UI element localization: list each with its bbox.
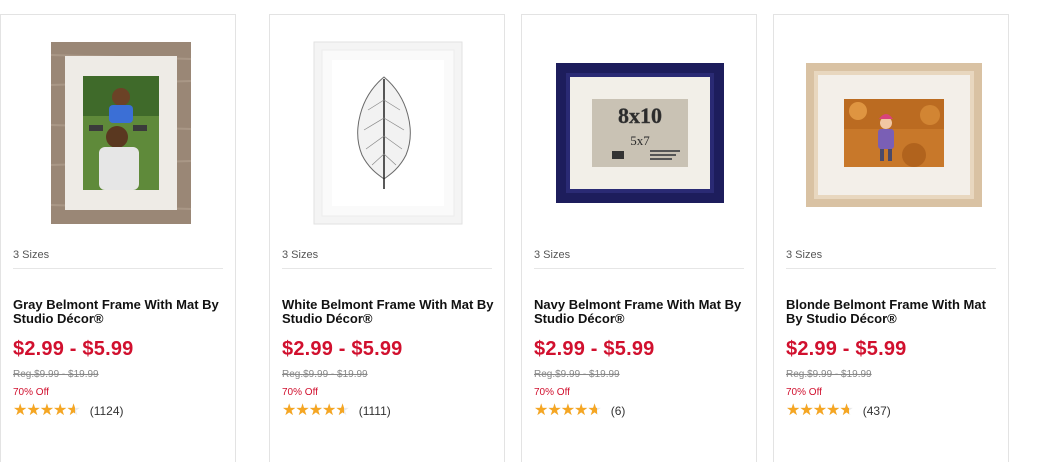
sizes-label: 3 Sizes	[13, 249, 50, 261]
product-card[interactable]: 3 Sizes White Belmont Frame With Mat By …	[269, 14, 505, 462]
star-rating-icon: ★★★★★ ★★★★★	[282, 402, 350, 419]
product-title[interactable]: Blonde Belmont Frame With Mat By Studio …	[786, 298, 998, 326]
product-image[interactable]: 8x10 5x7	[522, 15, 756, 235]
discount-label: 70% Off	[534, 387, 570, 398]
divider	[786, 268, 996, 269]
star-fill: ★★★★★	[13, 402, 76, 419]
sizes-label: 3 Sizes	[786, 249, 823, 261]
star-fill: ★★★★★	[282, 402, 345, 419]
sizes-label: 3 Sizes	[534, 249, 571, 261]
review-count: (6)	[610, 404, 626, 418]
divider	[13, 268, 223, 269]
star-rating-icon: ★★★★★ ★★★★★	[786, 402, 854, 419]
product-title[interactable]: Gray Belmont Frame With Mat By Studio Dé…	[13, 298, 225, 326]
gray-frame-photo-image	[50, 42, 192, 224]
blonde-frame-photo-image	[806, 63, 982, 207]
sale-price: $2.99 - $5.99	[282, 338, 403, 360]
white-frame-leaf-image	[313, 41, 463, 225]
product-image[interactable]	[774, 15, 1008, 235]
image-text-mid: 5x7	[630, 133, 650, 148]
star-rating-icon: ★★★★★ ★★★★★	[13, 402, 81, 419]
regular-price: Reg.$9.99 - $19.99	[534, 369, 620, 380]
divider	[282, 268, 492, 269]
review-count: (1111)	[358, 404, 391, 418]
review-count: (437)	[862, 404, 891, 418]
product-image[interactable]	[1, 15, 235, 235]
product-image[interactable]	[270, 15, 504, 235]
star-rating-icon: ★★★★★ ★★★★★	[534, 402, 602, 419]
discount-label: 70% Off	[786, 387, 822, 398]
regular-price: Reg.$9.99 - $19.99	[13, 369, 99, 380]
star-fill: ★★★★★	[534, 402, 597, 419]
product-card[interactable]: 3 Sizes Gray Belmont Frame With Mat By S…	[0, 14, 236, 462]
product-title[interactable]: Navy Belmont Frame With Mat By Studio Dé…	[534, 298, 746, 326]
product-grid: 3 Sizes White Belmont Frame With Mat By …	[0, 0, 1037, 462]
product-card[interactable]: 3 Sizes Blonde Belmont Frame With Mat By…	[773, 14, 1009, 462]
navy-frame-image: 8x10 5x7	[556, 63, 724, 203]
sale-price: $2.99 - $5.99	[13, 338, 134, 360]
rating[interactable]: ★★★★★ ★★★★★ (1124)	[13, 402, 124, 420]
review-count: (1124)	[89, 404, 124, 418]
product-card[interactable]: 8x10 5x7 3 Sizes Navy Belmont Frame With…	[521, 14, 757, 462]
regular-price: Reg.$9.99 - $19.99	[282, 369, 368, 380]
discount-label: 70% Off	[13, 387, 49, 398]
image-text-top: 8x10	[618, 103, 662, 128]
rating[interactable]: ★★★★★ ★★★★★ (6)	[534, 402, 625, 420]
regular-price: Reg.$9.99 - $19.99	[786, 369, 872, 380]
discount-label: 70% Off	[282, 387, 318, 398]
rating[interactable]: ★★★★★ ★★★★★ (437)	[786, 402, 891, 420]
product-title[interactable]: White Belmont Frame With Mat By Studio D…	[282, 298, 494, 326]
sizes-label: 3 Sizes	[282, 249, 319, 261]
star-fill: ★★★★★	[786, 402, 850, 419]
rating[interactable]: ★★★★★ ★★★★★ (1111)	[282, 402, 391, 420]
sale-price: $2.99 - $5.99	[786, 338, 907, 360]
sale-price: $2.99 - $5.99	[534, 338, 655, 360]
divider	[534, 268, 744, 269]
